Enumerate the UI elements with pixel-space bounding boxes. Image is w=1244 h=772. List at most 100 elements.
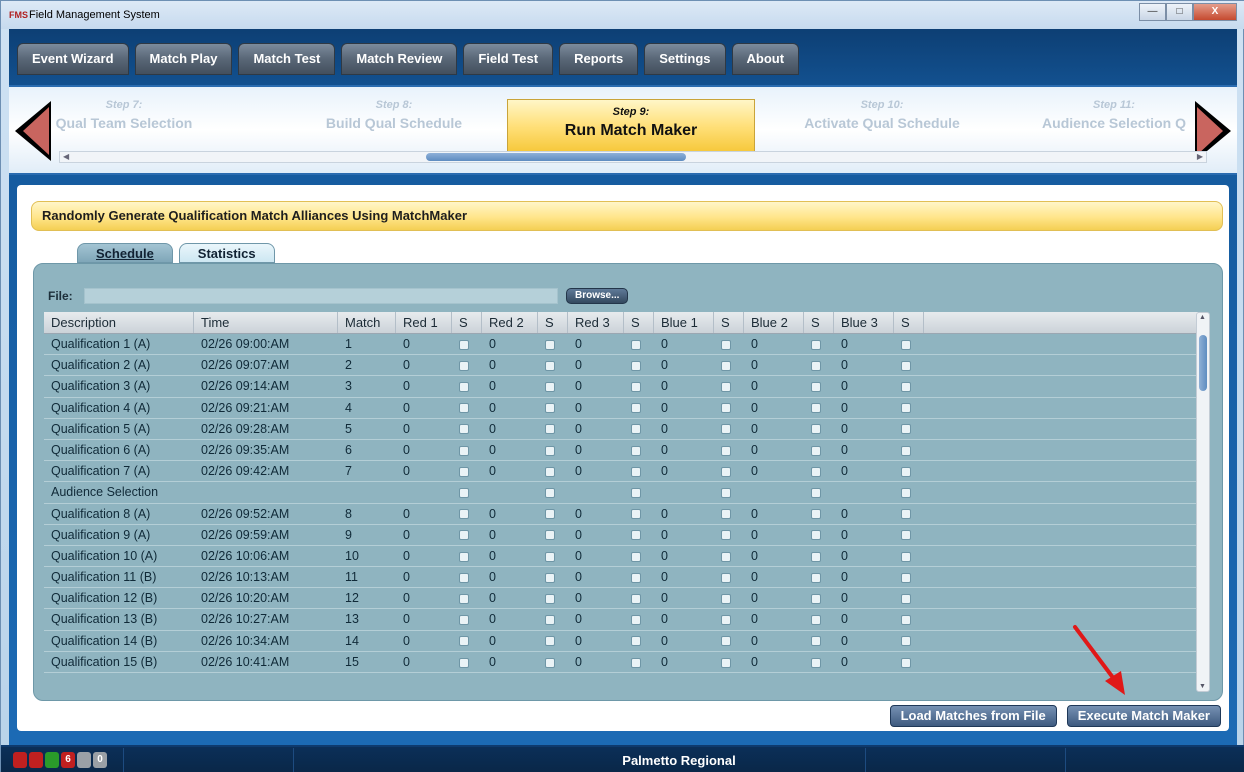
surrogate-checkbox[interactable]: [631, 339, 641, 350]
surrogate-checkbox[interactable]: [901, 339, 911, 350]
surrogate-checkbox[interactable]: [811, 382, 821, 393]
browse-button[interactable]: Browse...: [566, 288, 629, 304]
surrogate-checkbox[interactable]: [901, 615, 911, 626]
surrogate-checkbox[interactable]: [811, 593, 821, 604]
surrogate-checkbox[interactable]: [631, 509, 641, 520]
surrogate-checkbox[interactable]: [721, 657, 731, 668]
surrogate-checkbox[interactable]: [545, 445, 555, 456]
menu-field-test[interactable]: Field Test: [463, 43, 554, 75]
surrogate-checkbox[interactable]: [811, 466, 821, 477]
col-red2-s[interactable]: S: [538, 312, 568, 333]
surrogate-checkbox[interactable]: [721, 530, 731, 541]
surrogate-checkbox[interactable]: [631, 445, 641, 456]
table-row[interactable]: Qualification 11 (B) 02/26 10:13:AM 11 0 0 0 0…: [44, 567, 1198, 589]
surrogate-checkbox[interactable]: [545, 657, 555, 668]
scroll-right-icon[interactable]: ▶: [1197, 152, 1203, 162]
table-row[interactable]: Qualification 3 (A) 02/26 09:14:AM 3 0 0 0 0 0 0: [44, 376, 1198, 398]
col-blue1-s[interactable]: S: [714, 312, 744, 333]
surrogate-checkbox[interactable]: [545, 360, 555, 371]
surrogate-checkbox[interactable]: [811, 488, 821, 499]
surrogate-checkbox[interactable]: [545, 551, 555, 562]
menu-match-play[interactable]: Match Play: [134, 43, 233, 75]
surrogate-checkbox[interactable]: [721, 445, 731, 456]
col-red1-s[interactable]: S: [452, 312, 482, 333]
surrogate-checkbox[interactable]: [901, 382, 911, 393]
surrogate-checkbox[interactable]: [545, 615, 555, 626]
surrogate-checkbox[interactable]: [459, 636, 469, 647]
wizard-step-10[interactable]: Step 10: Activate Qual Schedule: [767, 99, 997, 131]
surrogate-checkbox[interactable]: [545, 339, 555, 350]
surrogate-checkbox[interactable]: [811, 551, 821, 562]
surrogate-checkbox[interactable]: [901, 403, 911, 414]
table-row[interactable]: Qualification 10 (A) 02/26 10:06:AM 10 0 0 0 0…: [44, 546, 1198, 568]
table-row[interactable]: Qualification 14 (B) 02/26 10:34:AM 14 0 0 0 0…: [44, 631, 1198, 652]
surrogate-checkbox[interactable]: [631, 382, 641, 393]
surrogate-checkbox[interactable]: [545, 636, 555, 647]
surrogate-checkbox[interactable]: [631, 403, 641, 414]
col-red3[interactable]: Red 3: [568, 312, 624, 333]
surrogate-checkbox[interactable]: [459, 382, 469, 393]
col-description[interactable]: Description: [44, 312, 194, 333]
surrogate-checkbox[interactable]: [459, 530, 469, 541]
surrogate-checkbox[interactable]: [811, 636, 821, 647]
surrogate-checkbox[interactable]: [545, 466, 555, 477]
surrogate-checkbox[interactable]: [631, 657, 641, 668]
col-blue3[interactable]: Blue 3: [834, 312, 894, 333]
surrogate-checkbox[interactable]: [631, 636, 641, 647]
wizard-step-7[interactable]: Step 7: Qual Team Selection: [9, 99, 239, 131]
table-scroll-thumb[interactable]: [1199, 335, 1207, 391]
surrogate-checkbox[interactable]: [545, 530, 555, 541]
surrogate-checkbox[interactable]: [459, 572, 469, 583]
surrogate-checkbox[interactable]: [721, 382, 731, 393]
menu-match-review[interactable]: Match Review: [341, 43, 458, 75]
surrogate-checkbox[interactable]: [721, 466, 731, 477]
scroll-up-icon[interactable]: ▲: [1199, 314, 1206, 321]
surrogate-checkbox[interactable]: [811, 339, 821, 350]
table-row[interactable]: Qualification 5 (A) 02/26 09:28:AM 5 0 0 0 0 0 0: [44, 419, 1198, 440]
surrogate-checkbox[interactable]: [901, 466, 911, 477]
surrogate-checkbox[interactable]: [459, 509, 469, 520]
scroll-thumb[interactable]: [426, 153, 686, 161]
table-row[interactable]: Qualification 9 (A) 02/26 09:59:AM 9 0 0 0 0 0 0: [44, 525, 1198, 546]
surrogate-checkbox[interactable]: [631, 530, 641, 541]
table-row[interactable]: Qualification 12 (B) 02/26 10:20:AM 12 0 0 0 0…: [44, 588, 1198, 610]
surrogate-checkbox[interactable]: [545, 403, 555, 414]
surrogate-checkbox[interactable]: [545, 593, 555, 604]
surrogate-checkbox[interactable]: [631, 424, 641, 435]
surrogate-checkbox[interactable]: [811, 657, 821, 668]
scroll-down-icon[interactable]: ▼: [1199, 683, 1206, 690]
surrogate-checkbox[interactable]: [901, 572, 911, 583]
col-blue3-s[interactable]: S: [894, 312, 924, 333]
surrogate-checkbox[interactable]: [545, 424, 555, 435]
table-row[interactable]: Qualification 6 (A) 02/26 09:35:AM 6 0 0 0 0 0 0: [44, 440, 1198, 462]
table-row[interactable]: Audience Selection: [44, 482, 1198, 504]
file-path-input[interactable]: [84, 288, 558, 304]
surrogate-checkbox[interactable]: [631, 593, 641, 604]
surrogate-checkbox[interactable]: [459, 593, 469, 604]
surrogate-checkbox[interactable]: [459, 339, 469, 350]
menu-about[interactable]: About: [731, 43, 800, 75]
col-red1[interactable]: Red 1: [396, 312, 452, 333]
surrogate-checkbox[interactable]: [631, 615, 641, 626]
surrogate-checkbox[interactable]: [811, 445, 821, 456]
surrogate-checkbox[interactable]: [901, 551, 911, 562]
surrogate-checkbox[interactable]: [459, 445, 469, 456]
surrogate-checkbox[interactable]: [459, 657, 469, 668]
surrogate-checkbox[interactable]: [721, 572, 731, 583]
surrogate-checkbox[interactable]: [811, 424, 821, 435]
tab-statistics[interactable]: Statistics: [178, 243, 275, 263]
surrogate-checkbox[interactable]: [459, 360, 469, 371]
table-row[interactable]: Qualification 4 (A) 02/26 09:21:AM 4 0 0 0 0 0 0: [44, 398, 1198, 419]
surrogate-checkbox[interactable]: [631, 466, 641, 477]
wizard-step-11[interactable]: Step 11: Audience Selection Q: [1009, 99, 1219, 131]
surrogate-checkbox[interactable]: [631, 551, 641, 562]
wizard-horizontal-scrollbar[interactable]: ◀ ▶: [59, 151, 1207, 163]
surrogate-checkbox[interactable]: [901, 445, 911, 456]
col-blue1[interactable]: Blue 1: [654, 312, 714, 333]
surrogate-checkbox[interactable]: [901, 657, 911, 668]
surrogate-checkbox[interactable]: [901, 424, 911, 435]
surrogate-checkbox[interactable]: [631, 488, 641, 499]
surrogate-checkbox[interactable]: [459, 551, 469, 562]
table-row[interactable]: Qualification 7 (A) 02/26 09:42:AM 7 0 0 0 0 0 0: [44, 461, 1198, 483]
menu-settings[interactable]: Settings: [644, 43, 726, 75]
